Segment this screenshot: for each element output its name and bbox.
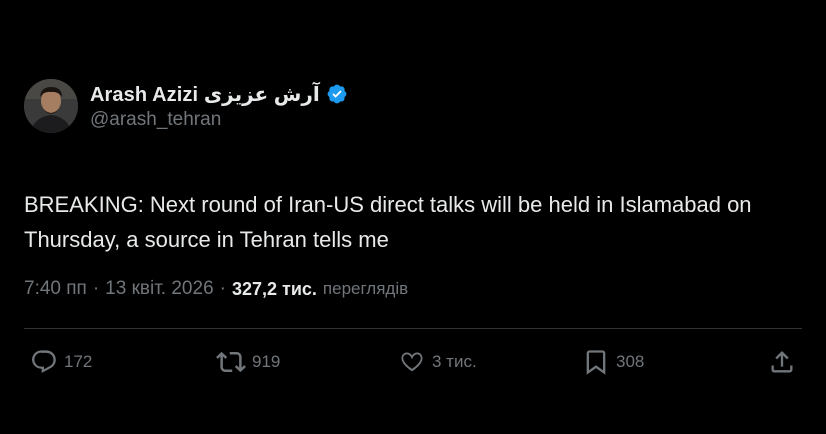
bookmark-button[interactable]: 308 <box>582 344 644 380</box>
divider <box>24 328 802 329</box>
like-count: 3 тис. <box>432 352 477 371</box>
views-label: переглядів <box>322 279 409 298</box>
author-display-name[interactable]: Arash Azizi آرش عزیزی <box>90 82 320 107</box>
like-icon <box>401 352 423 372</box>
retweet-icon <box>216 351 246 373</box>
author-names: Arash Azizi آرش عزیزی @arash_tehran <box>90 81 348 131</box>
tweet-header: Arash Azizi آرش عزیزی @arash_tehran <box>24 78 348 134</box>
verified-badge-icon[interactable] <box>326 83 348 105</box>
repost-count: 919 <box>252 352 281 371</box>
reply-icon <box>32 350 56 373</box>
share-button[interactable] <box>768 344 796 380</box>
bookmark-count: 308 <box>616 352 645 371</box>
tweet-time[interactable]: 7:40 пп <box>24 278 87 300</box>
tweet-meta: 7:40 пп · 13 квіт. 2026 · 327,2 тис. пер… <box>24 278 408 300</box>
reply-count: 172 <box>64 352 93 371</box>
views-count[interactable]: 327,2 тис. <box>232 279 317 300</box>
author-handle[interactable]: @arash_tehran <box>90 109 348 131</box>
like-button[interactable]: 3 тис. <box>398 344 477 380</box>
meta-separator: · <box>219 278 226 299</box>
tweet-card: Arash Azizi آرش عزیزی @arash_tehran BREA… <box>0 0 826 434</box>
name-row: Arash Azizi آرش عزیزی <box>90 81 348 107</box>
bookmark-icon <box>586 350 606 375</box>
reply-button[interactable]: 172 <box>30 344 92 380</box>
meta-separator: · <box>92 278 100 299</box>
tweet-text: BREAKING: Next round of Iran-US direct t… <box>24 192 752 252</box>
action-bar: 172 919 3 тис. 308 <box>24 344 802 380</box>
repost-button[interactable]: 919 <box>216 344 280 380</box>
share-icon <box>771 351 793 373</box>
tweet-date[interactable]: 13 квіт. 2026 <box>105 278 213 300</box>
avatar[interactable] <box>24 79 78 133</box>
